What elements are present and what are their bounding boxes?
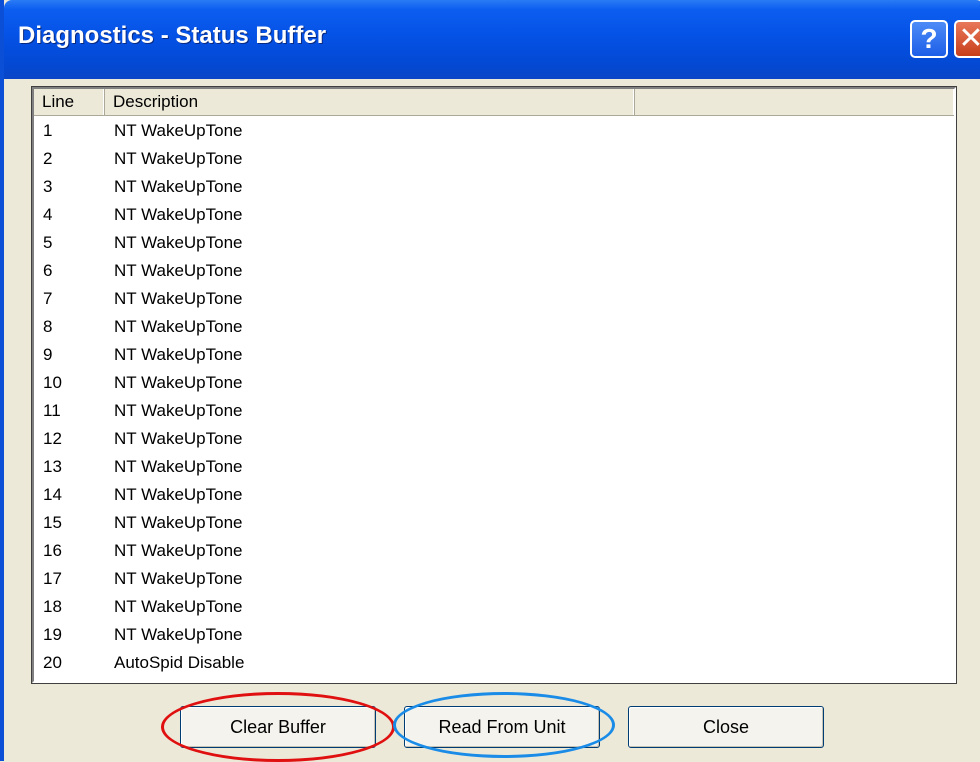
table-row[interactable]: 19 NT WakeUpTone bbox=[34, 621, 954, 649]
column-header-line[interactable]: Line bbox=[34, 89, 105, 115]
row-line-number: 8 bbox=[43, 317, 53, 336]
row-line-number: 18 bbox=[43, 597, 62, 616]
table-row[interactable]: 6 NT WakeUpTone bbox=[34, 257, 954, 285]
row-description: NT WakeUpTone bbox=[114, 205, 243, 224]
close-button[interactable]: Close bbox=[628, 706, 824, 748]
row-description: NT WakeUpTone bbox=[114, 569, 243, 588]
row-description: NT WakeUpTone bbox=[114, 429, 243, 448]
row-line-number: 13 bbox=[43, 457, 62, 476]
help-icon: ? bbox=[920, 23, 938, 54]
row-description: NT WakeUpTone bbox=[114, 625, 243, 644]
row-line-number: 9 bbox=[43, 345, 53, 364]
table-row[interactable]: 18 NT WakeUpTone bbox=[34, 593, 954, 621]
table-row[interactable]: 2 NT WakeUpTone bbox=[34, 145, 954, 173]
close-window-button[interactable]: ✕ bbox=[954, 20, 980, 58]
column-header-empty[interactable] bbox=[635, 89, 954, 115]
close-icon: ✕ bbox=[958, 22, 980, 55]
table-row[interactable]: 20 AutoSpid Disable bbox=[34, 649, 954, 677]
table-row[interactable]: 1 NT WakeUpTone bbox=[34, 117, 954, 145]
row-description: NT WakeUpTone bbox=[114, 373, 243, 392]
row-description: NT WakeUpTone bbox=[114, 541, 243, 560]
row-line-number: 3 bbox=[43, 177, 53, 196]
window-title: Diagnostics - Status Buffer bbox=[18, 22, 327, 49]
row-line-number: 4 bbox=[43, 205, 53, 224]
table-row[interactable]: 12 NT WakeUpTone bbox=[34, 425, 954, 453]
table-row[interactable]: 7 NT WakeUpTone bbox=[34, 285, 954, 313]
annotation-circle-read bbox=[393, 692, 615, 758]
row-line-number: 12 bbox=[43, 429, 62, 448]
table-row[interactable]: 4 NT WakeUpTone bbox=[34, 201, 954, 229]
table-row[interactable]: 17 NT WakeUpTone bbox=[34, 565, 954, 593]
table-row[interactable]: 5 NT WakeUpTone bbox=[34, 229, 954, 257]
list-rows: 1 NT WakeUpTone 2 NT WakeUpTone 3 NT WakeUpTo… bbox=[34, 116, 954, 677]
row-description: NT WakeUpTone bbox=[114, 233, 243, 252]
row-description: NT WakeUpTone bbox=[114, 177, 243, 196]
row-line-number: 15 bbox=[43, 513, 62, 532]
row-description: NT WakeUpTone bbox=[114, 401, 243, 420]
row-line-number: 20 bbox=[43, 653, 62, 672]
table-row[interactable]: 8 NT WakeUpTone bbox=[34, 313, 954, 341]
diagnostics-dialog: Diagnostics - Status Buffer ? ✕ Line Des… bbox=[0, 0, 980, 762]
row-line-number: 2 bbox=[43, 149, 53, 168]
row-description: NT WakeUpTone bbox=[114, 457, 243, 476]
list-header: Line Description bbox=[34, 89, 954, 116]
table-row[interactable]: 3 NT WakeUpTone bbox=[34, 173, 954, 201]
row-line-number: 7 bbox=[43, 289, 53, 308]
row-description: NT WakeUpTone bbox=[114, 149, 243, 168]
row-line-number: 19 bbox=[43, 625, 62, 644]
row-description: NT WakeUpTone bbox=[114, 121, 243, 140]
row-line-number: 6 bbox=[43, 261, 53, 280]
row-description: AutoSpid Disable bbox=[114, 653, 245, 672]
row-line-number: 10 bbox=[43, 373, 62, 392]
help-button[interactable]: ? bbox=[910, 20, 948, 58]
row-line-number: 17 bbox=[43, 569, 62, 588]
row-description: NT WakeUpTone bbox=[114, 597, 243, 616]
row-description: NT WakeUpTone bbox=[114, 261, 243, 280]
column-header-description[interactable]: Description bbox=[105, 89, 635, 115]
row-description: NT WakeUpTone bbox=[114, 485, 243, 504]
title-bar[interactable]: Diagnostics - Status Buffer ? ✕ bbox=[4, 0, 980, 79]
table-row[interactable]: 10 NT WakeUpTone bbox=[34, 369, 954, 397]
table-row[interactable]: 14 NT WakeUpTone bbox=[34, 481, 954, 509]
table-row[interactable]: 15 NT WakeUpTone bbox=[34, 509, 954, 537]
table-row[interactable]: 11 NT WakeUpTone bbox=[34, 397, 954, 425]
row-line-number: 5 bbox=[43, 233, 53, 252]
status-buffer-list[interactable]: Line Description 1 NT WakeUpTone 2 NT WakeU… bbox=[31, 86, 957, 684]
row-line-number: 1 bbox=[43, 121, 53, 140]
table-row[interactable]: 9 NT WakeUpTone bbox=[34, 341, 954, 369]
table-row[interactable]: 16 NT WakeUpTone bbox=[34, 537, 954, 565]
annotation-circle-clear bbox=[161, 692, 395, 762]
row-line-number: 11 bbox=[43, 401, 61, 420]
row-line-number: 16 bbox=[43, 541, 62, 560]
table-row[interactable]: 13 NT WakeUpTone bbox=[34, 453, 954, 481]
row-description: NT WakeUpTone bbox=[114, 513, 243, 532]
row-description: NT WakeUpTone bbox=[114, 317, 243, 336]
row-description: NT WakeUpTone bbox=[114, 289, 243, 308]
row-line-number: 14 bbox=[43, 485, 62, 504]
row-description: NT WakeUpTone bbox=[114, 345, 243, 364]
